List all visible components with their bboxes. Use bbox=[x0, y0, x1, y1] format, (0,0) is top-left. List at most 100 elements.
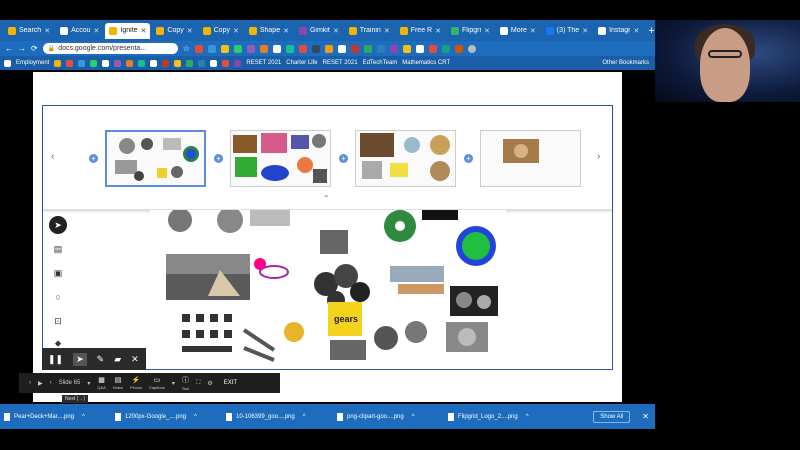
extension-icon[interactable] bbox=[363, 44, 372, 53]
chevron-up-icon[interactable]: ^ bbox=[194, 414, 197, 420]
browser-tab[interactable]: Free R ✕ bbox=[396, 23, 445, 39]
bookmark-favicon-icon[interactable] bbox=[126, 59, 134, 67]
browser-tab[interactable]: Accou ✕ bbox=[56, 23, 103, 39]
bookmark-item[interactable]: RESET 2021 bbox=[323, 60, 358, 66]
close-icon[interactable]: ✕ bbox=[642, 412, 649, 421]
note-tool-icon[interactable]: ▤ bbox=[49, 240, 67, 258]
extension-icon[interactable] bbox=[246, 44, 255, 53]
back-icon[interactable]: ← bbox=[5, 44, 13, 53]
bookmark-favicon-icon[interactable] bbox=[66, 59, 74, 67]
pointer-icon[interactable]: ➤ bbox=[73, 352, 87, 366]
chevron-up-icon[interactable]: ^ bbox=[526, 414, 529, 420]
extension-icon[interactable] bbox=[298, 44, 307, 53]
extension-icon[interactable] bbox=[220, 44, 229, 53]
circle-tool-icon[interactable]: ○ bbox=[49, 288, 67, 306]
extension-icon[interactable] bbox=[207, 44, 216, 53]
qa-button[interactable]: ▦ Q&A bbox=[97, 376, 105, 390]
close-tab-icon[interactable]: ✕ bbox=[484, 27, 490, 35]
extension-icon[interactable] bbox=[454, 44, 463, 53]
bookmark-favicon-icon[interactable] bbox=[186, 59, 194, 67]
bookmark-item[interactable]: RESET 2021 bbox=[246, 60, 281, 66]
extension-icon[interactable] bbox=[376, 44, 385, 53]
close-tab-icon[interactable]: ✕ bbox=[283, 27, 289, 35]
bookmark-item[interactable]: Mathematics CRT bbox=[402, 60, 450, 66]
new-tab-icon[interactable]: + bbox=[648, 25, 654, 37]
close-tab-icon[interactable]: ✕ bbox=[582, 27, 588, 35]
browser-tab[interactable]: Gimkit ✕ bbox=[295, 23, 343, 39]
bookmark-favicon-icon[interactable] bbox=[78, 59, 86, 67]
star-icon[interactable]: ☆ bbox=[183, 44, 190, 53]
slide-indicator[interactable]: Slide 65 bbox=[59, 380, 81, 386]
crop-tool-icon[interactable]: ⊡ bbox=[49, 312, 67, 330]
close-icon[interactable]: ✕ bbox=[131, 354, 139, 365]
browser-tab[interactable]: More ✕ bbox=[496, 23, 540, 39]
close-tab-icon[interactable]: ✕ bbox=[94, 27, 100, 35]
slide-thumbnail[interactable]: 4 bbox=[480, 130, 581, 187]
add-slide-icon[interactable]: + bbox=[464, 154, 473, 163]
browser-tab[interactable]: Copy ✕ bbox=[152, 23, 196, 39]
apps-icon[interactable] bbox=[4, 59, 11, 67]
download-item[interactable]: 1200px-Google_....png ^ bbox=[115, 412, 220, 421]
chevron-up-icon[interactable]: ^ bbox=[82, 414, 85, 420]
add-slide-icon[interactable]: + bbox=[89, 154, 98, 163]
extension-icon[interactable] bbox=[415, 44, 424, 53]
close-tab-icon[interactable]: ✕ bbox=[384, 27, 390, 35]
bookmark-item[interactable]: Charter Life bbox=[286, 60, 317, 66]
download-item[interactable]: 10-106399_goo....png ^ bbox=[226, 412, 331, 421]
close-tab-icon[interactable]: ✕ bbox=[233, 27, 239, 35]
chevron-down-icon[interactable]: ▾ bbox=[172, 380, 175, 387]
chevron-left-icon[interactable]: ‹ bbox=[51, 151, 54, 162]
bookmark-favicon-icon[interactable] bbox=[114, 59, 122, 67]
tool-button[interactable]: ⓘ Tool bbox=[182, 375, 189, 391]
pause-icon[interactable]: ❚❚ bbox=[48, 354, 63, 365]
bookmark-favicon-icon[interactable] bbox=[54, 59, 62, 67]
image-tool-icon[interactable]: ▣ bbox=[49, 264, 67, 282]
other-bookmarks[interactable]: Other Bookmarks bbox=[602, 60, 655, 66]
play-icon[interactable]: ▶ bbox=[38, 380, 43, 387]
bookmark-favicon-icon[interactable] bbox=[210, 59, 218, 67]
highlighter-icon[interactable]: ▰ bbox=[114, 354, 121, 365]
previous-icon[interactable]: ‹ bbox=[29, 380, 31, 386]
extension-icon[interactable] bbox=[272, 44, 281, 53]
chevron-up-icon[interactable]: ^ bbox=[412, 414, 415, 420]
show-all-button[interactable]: Show All bbox=[593, 410, 631, 423]
browser-tab[interactable]: Ignite ✕ bbox=[105, 22, 151, 39]
url-input[interactable]: 🔒 docs.google.com/presenta... bbox=[42, 43, 178, 54]
chevron-up-icon[interactable]: ^ bbox=[303, 414, 306, 420]
download-item[interactable]: Pear+Deck+Mar....png ^ bbox=[4, 412, 109, 421]
bookmark-favicon-icon[interactable] bbox=[90, 59, 98, 67]
close-tab-icon[interactable]: ✕ bbox=[187, 27, 193, 35]
slide-thumbnail[interactable]: 2 bbox=[230, 130, 331, 187]
close-tab-icon[interactable]: ✕ bbox=[333, 27, 339, 35]
collapse-strip-icon[interactable]: ⌃ bbox=[323, 194, 330, 203]
bookmark-favicon-icon[interactable] bbox=[162, 59, 170, 67]
fullscreen-icon[interactable]: ⛶ bbox=[196, 380, 200, 387]
gear-icon[interactable]: ⚙ bbox=[207, 380, 212, 387]
extension-icon[interactable] bbox=[337, 44, 346, 53]
profile-avatar-icon[interactable] bbox=[467, 44, 476, 53]
browser-tab[interactable]: Copy ✕ bbox=[199, 23, 243, 39]
extension-icon[interactable] bbox=[324, 44, 333, 53]
bookmark-item[interactable]: EdTechTeam bbox=[363, 60, 398, 66]
chevron-down-icon[interactable]: ▾ bbox=[87, 380, 90, 387]
add-slide-icon[interactable]: + bbox=[214, 154, 223, 163]
reload-icon[interactable]: ⟳ bbox=[31, 44, 38, 53]
promo-button[interactable]: ⚡ Promo bbox=[130, 376, 142, 390]
browser-tab[interactable]: Instagr ✕ bbox=[594, 23, 643, 39]
extension-icon[interactable] bbox=[233, 44, 242, 53]
browser-tab[interactable]: Shape ✕ bbox=[245, 23, 293, 39]
browser-tab[interactable]: Search ✕ bbox=[4, 23, 54, 39]
download-item[interactable]: png-clipart-goo....png ^ bbox=[337, 412, 442, 421]
bookmark-favicon-icon[interactable] bbox=[234, 59, 242, 67]
bookmark-favicon-icon[interactable] bbox=[222, 59, 230, 67]
notes-button[interactable]: ▤ Notes bbox=[113, 376, 123, 390]
browser-tab[interactable]: Flipgri ✕ bbox=[447, 23, 494, 39]
extension-icon[interactable] bbox=[389, 44, 398, 53]
chevron-right-icon[interactable]: › bbox=[597, 151, 600, 162]
slide-thumbnail[interactable]: 1 bbox=[105, 130, 206, 187]
pen-icon[interactable]: ✎ bbox=[97, 354, 105, 365]
extension-icon[interactable] bbox=[285, 44, 294, 53]
bookmark-item[interactable]: Employment bbox=[16, 60, 49, 66]
extension-icon[interactable] bbox=[428, 44, 437, 53]
extension-icon[interactable] bbox=[350, 44, 359, 53]
